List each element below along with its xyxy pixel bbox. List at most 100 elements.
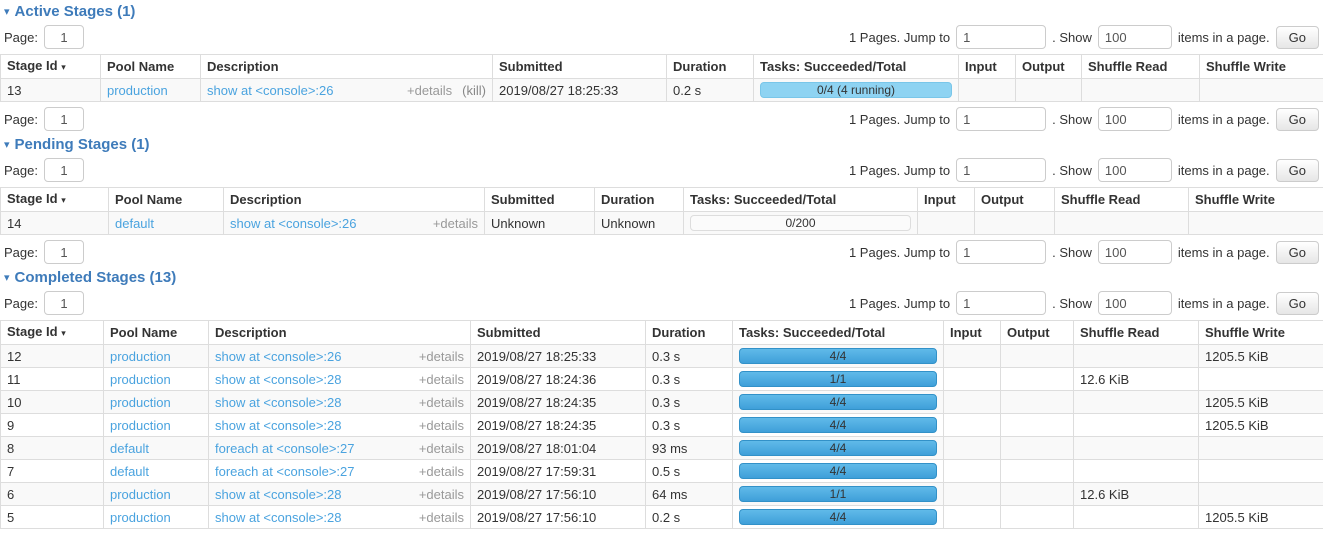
description-link[interactable]: show at <console>:28 [215,395,341,410]
show-text: . Show [1052,296,1092,311]
pool-name-link[interactable]: default [110,441,149,456]
col-header-pool-name[interactable]: Pool Name [104,321,209,345]
show-count-input[interactable] [1098,158,1172,182]
details-toggle[interactable]: +details [419,510,464,525]
show-count-input[interactable] [1098,25,1172,49]
col-header-submitted[interactable]: Submitted [493,55,667,79]
description-link[interactable]: show at <console>:26 [230,216,356,231]
jump-to-input[interactable] [956,107,1046,131]
details-toggle[interactable]: +details [419,487,464,502]
jump-to-input[interactable] [956,158,1046,182]
page-number-input[interactable] [44,107,84,131]
jump-to-input[interactable] [956,25,1046,49]
go-button[interactable]: Go [1276,108,1319,131]
page-number-input[interactable] [44,25,84,49]
submitted-cell: 2019/08/27 18:25:33 [493,79,667,102]
description-cell: show at <console>:28 +details [209,483,471,506]
pool-name-link[interactable]: production [110,418,171,433]
page-number-input[interactable] [44,291,84,315]
go-button[interactable]: Go [1276,292,1319,315]
col-header-duration[interactable]: Duration [595,188,684,212]
details-toggle[interactable]: +details [419,418,464,433]
output-cell [1001,506,1074,529]
pool-name-link[interactable]: production [110,349,171,364]
col-header-shuffle-read[interactable]: Shuffle Read [1074,321,1199,345]
section-title-pending[interactable]: ▾ Pending Stages (1) [4,136,1323,153]
pool-name-link[interactable]: production [107,83,168,98]
col-header-input[interactable]: Input [959,55,1016,79]
page-number-input[interactable] [44,158,84,182]
col-header-description[interactable]: Description [201,55,493,79]
details-toggle[interactable]: +details [433,216,478,231]
section-title-active[interactable]: ▾ Active Stages (1) [4,3,1323,20]
col-header-stage-id[interactable]: Stage Id ▾ [1,188,109,212]
page-number-input[interactable] [44,240,84,264]
description-link[interactable]: show at <console>:28 [215,372,341,387]
col-header-pool-name[interactable]: Pool Name [101,55,201,79]
col-header-description[interactable]: Description [209,321,471,345]
description-link[interactable]: foreach at <console>:27 [215,464,355,479]
go-button[interactable]: Go [1276,26,1319,49]
stage-row: 13 production show at <console>:26 +deta… [1,79,1323,102]
col-header-duration[interactable]: Duration [667,55,754,79]
col-header-pool-name[interactable]: Pool Name [109,188,224,212]
col-header-input[interactable]: Input [918,188,975,212]
pool-name-cell: default [104,460,209,483]
col-header-output[interactable]: Output [1016,55,1082,79]
description-link[interactable]: show at <console>:28 [215,487,341,502]
col-header-description[interactable]: Description [224,188,485,212]
description-link[interactable]: show at <console>:26 [215,349,341,364]
progress-label: 4/4 [740,349,936,363]
show-count-input[interactable] [1098,107,1172,131]
col-header-output[interactable]: Output [975,188,1055,212]
output-cell [1001,460,1074,483]
pool-name-link[interactable]: default [110,464,149,479]
tasks-cell: 4/4 [733,391,944,414]
col-header-submitted[interactable]: Submitted [471,321,646,345]
details-toggle[interactable]: +details [419,464,464,479]
kill-link[interactable]: (kill) [462,83,486,98]
pool-name-link[interactable]: production [110,372,171,387]
description-link[interactable]: show at <console>:26 [207,83,333,98]
pool-name-link[interactable]: production [110,510,171,525]
details-toggle[interactable]: +details [419,372,464,387]
show-count-input[interactable] [1098,291,1172,315]
shuffle-write-cell [1199,437,1323,460]
completed-stages-body: 12 production show at <console>:26 +deta… [1,345,1323,529]
col-header-output[interactable]: Output [1001,321,1074,345]
show-count-input[interactable] [1098,240,1172,264]
duration-cell: 0.3 s [646,414,733,437]
details-toggle[interactable]: +details [419,395,464,410]
description-link[interactable]: show at <console>:28 [215,418,341,433]
details-toggle[interactable]: +details [419,349,464,364]
jump-to-input[interactable] [956,240,1046,264]
col-header-submitted[interactable]: Submitted [485,188,595,212]
col-header-shuffle-write[interactable]: Shuffle Write [1200,55,1323,79]
output-cell [1001,414,1074,437]
col-header-tasks[interactable]: Tasks: Succeeded/Total [684,188,918,212]
col-header-shuffle-write[interactable]: Shuffle Write [1199,321,1323,345]
col-header-shuffle-read[interactable]: Shuffle Read [1055,188,1189,212]
pool-name-link[interactable]: production [110,487,171,502]
col-header-stage-id[interactable]: Stage Id ▾ [1,55,101,79]
jump-to-input[interactable] [956,291,1046,315]
col-header-stage-id[interactable]: Stage Id ▾ [1,321,104,345]
description-link[interactable]: foreach at <console>:27 [215,441,355,456]
go-button[interactable]: Go [1276,159,1319,182]
pool-name-link[interactable]: production [110,395,171,410]
pool-name-link[interactable]: default [115,216,154,231]
stage-row: 5 production show at <console>:28 +detai… [1,506,1323,529]
details-toggle[interactable]: +details [419,441,464,456]
description-link[interactable]: show at <console>:28 [215,510,341,525]
col-header-shuffle-write[interactable]: Shuffle Write [1189,188,1323,212]
col-header-tasks[interactable]: Tasks: Succeeded/Total [754,55,959,79]
details-toggle[interactable]: +details [407,83,452,98]
col-header-duration[interactable]: Duration [646,321,733,345]
col-header-shuffle-read[interactable]: Shuffle Read [1082,55,1200,79]
col-header-tasks[interactable]: Tasks: Succeeded/Total [733,321,944,345]
go-button[interactable]: Go [1276,241,1319,264]
section-title-completed[interactable]: ▾ Completed Stages (13) [4,269,1323,286]
col-header-input[interactable]: Input [944,321,1001,345]
shuffle-write-cell [1199,483,1323,506]
pool-name-cell: production [104,483,209,506]
